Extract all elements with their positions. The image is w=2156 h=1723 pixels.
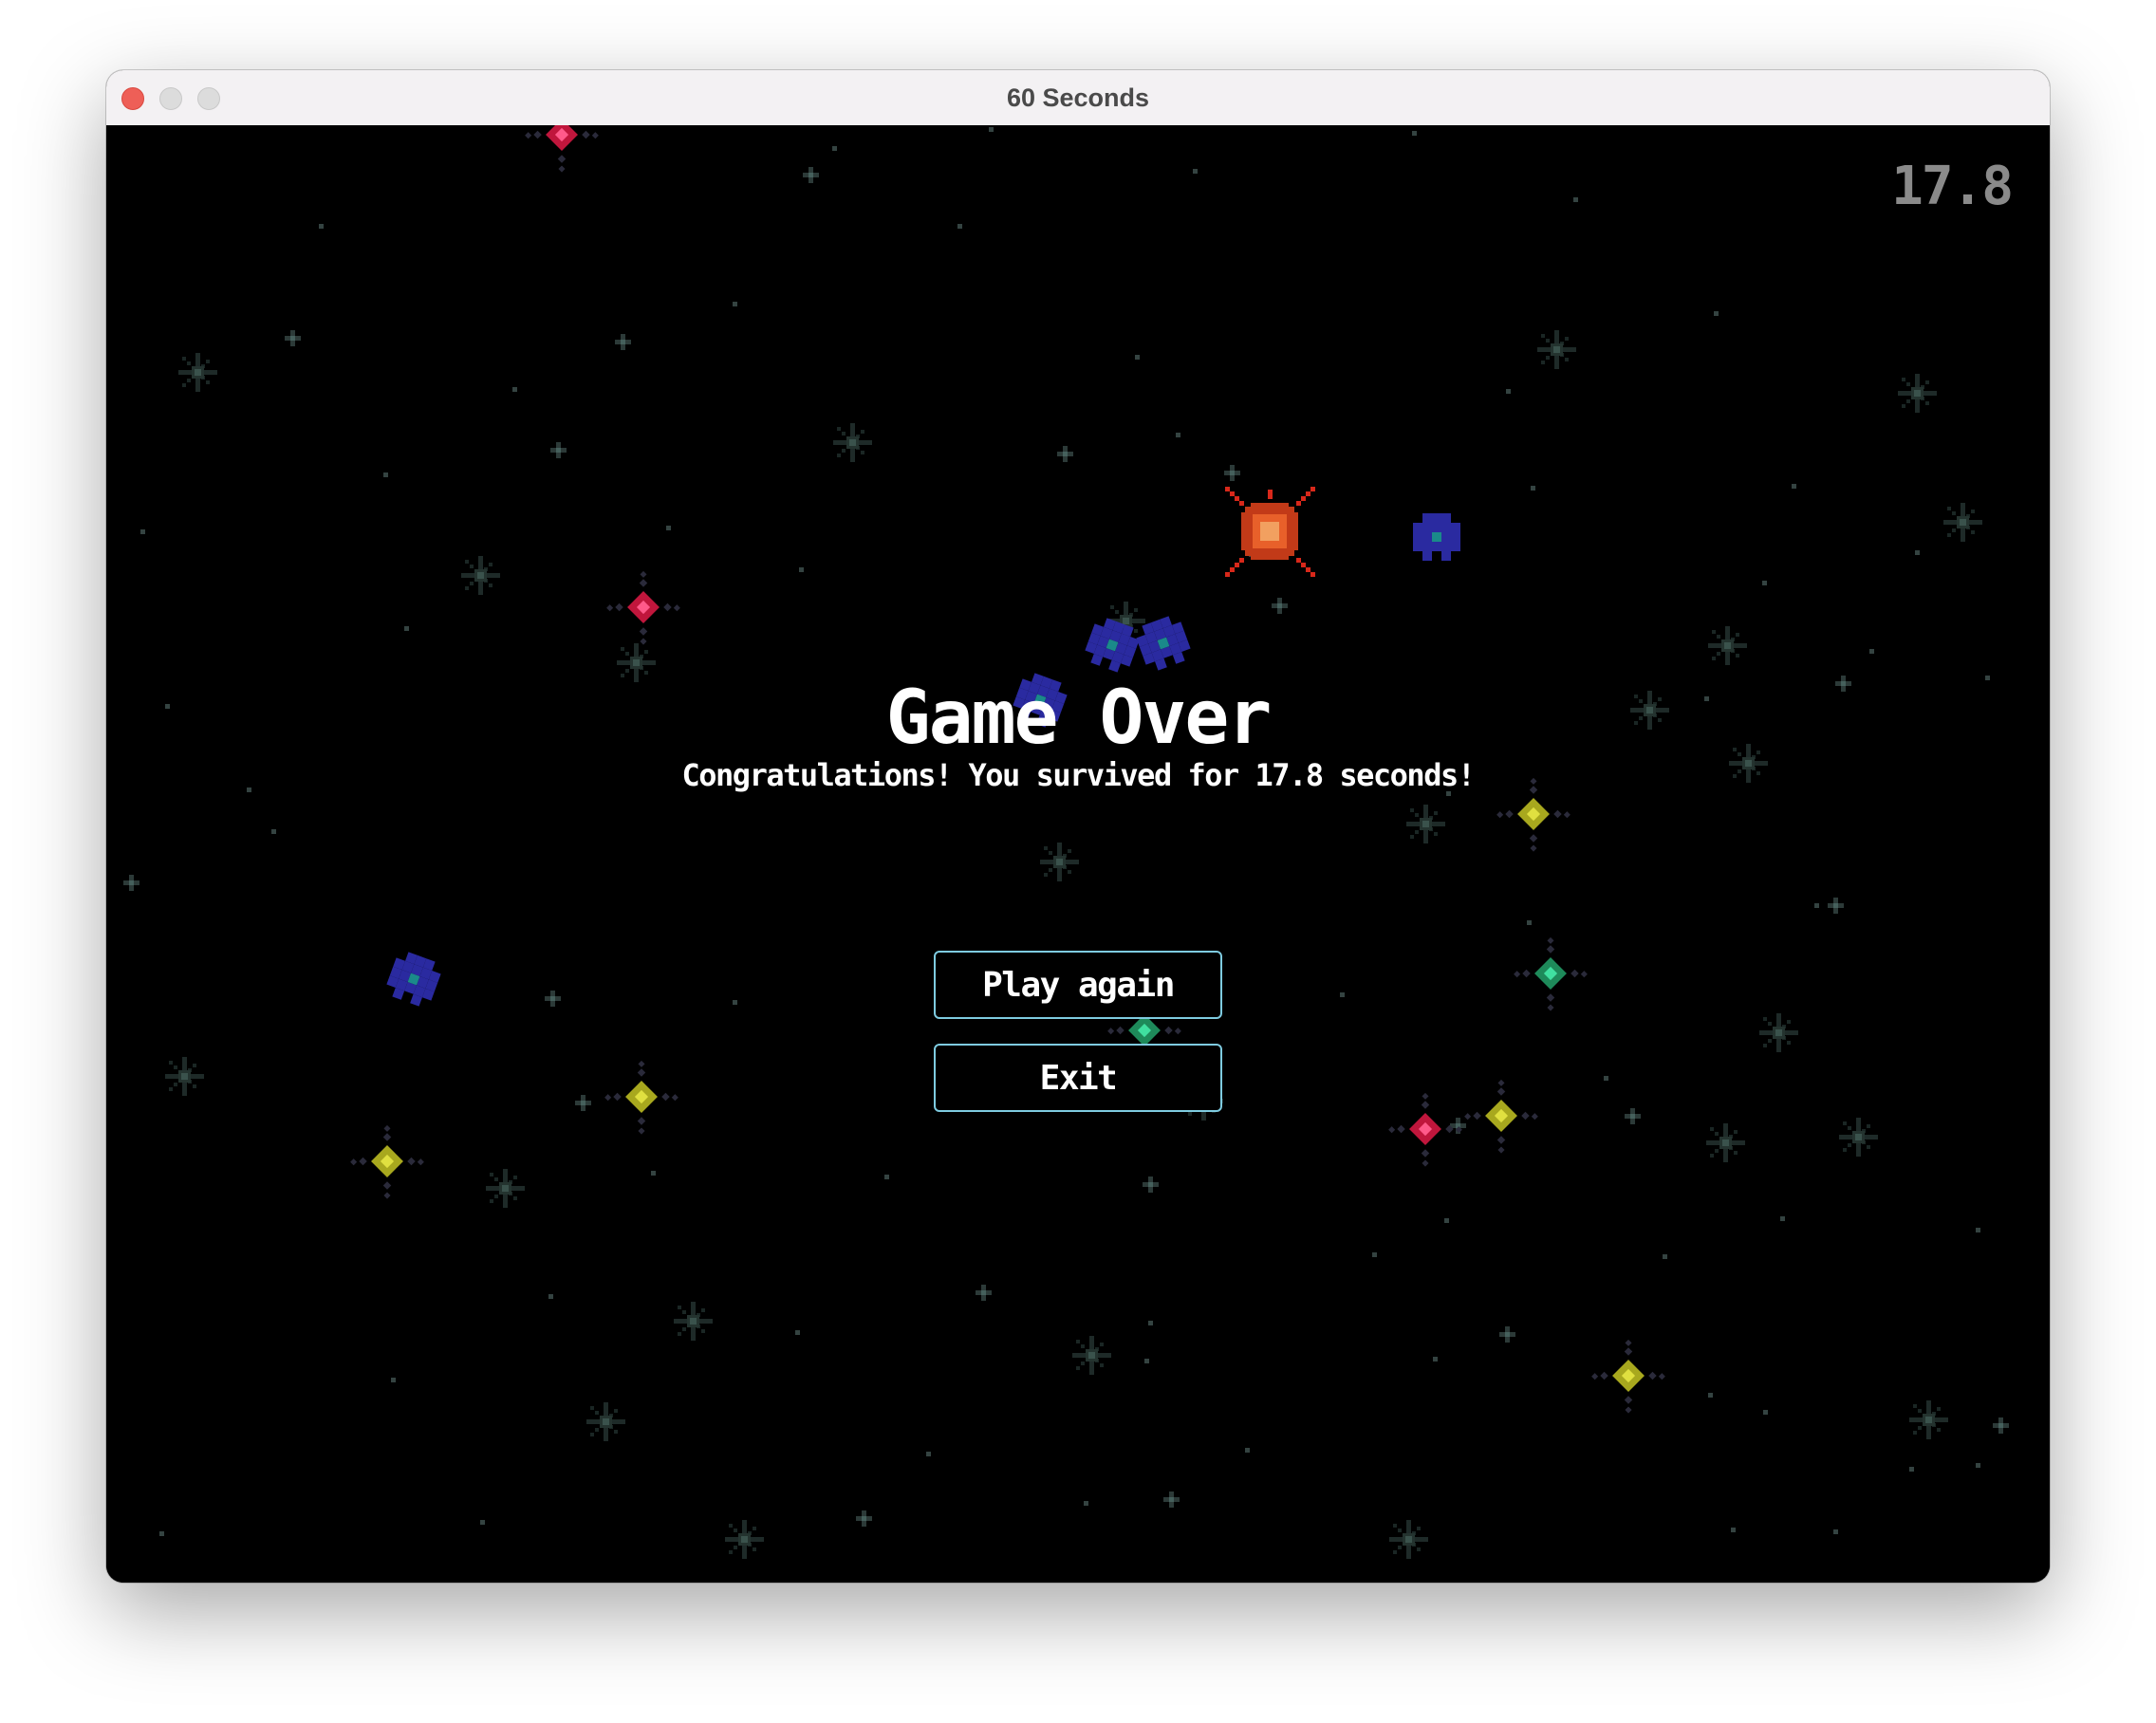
game-over-heading: Game Over <box>885 676 1273 761</box>
mine-icon <box>1464 1079 1538 1154</box>
survival-message: Congratulations! You survived for 17.8 s… <box>681 757 1476 793</box>
explosion-icon <box>1225 487 1315 577</box>
mine-icon <box>1591 1339 1665 1414</box>
app-window: 60 Seconds 17.8 Game Over Congratulation… <box>106 70 2050 1583</box>
mine-icon <box>525 125 599 173</box>
play-again-button[interactable]: Play again <box>934 951 1222 1019</box>
mine-icon <box>604 1060 678 1135</box>
blue-invader-icon <box>1413 513 1460 561</box>
title-bar[interactable]: 60 Seconds <box>106 70 2050 126</box>
exit-button[interactable]: Exit <box>934 1044 1222 1112</box>
countdown-timer: 17.8 <box>1891 156 2014 217</box>
window-title: 60 Seconds <box>1006 83 1150 112</box>
starfield <box>123 125 2009 1559</box>
game-canvas[interactable]: 17.8 Game Over Congratulations! You surv… <box>106 125 2050 1583</box>
mine-icon <box>1514 936 1588 1011</box>
mine-icon <box>350 1124 424 1199</box>
blue-invader-icon <box>386 952 441 1007</box>
mine-icon <box>606 570 680 645</box>
blue-invader-icon <box>1085 618 1140 673</box>
mine-icon <box>1388 1092 1462 1167</box>
